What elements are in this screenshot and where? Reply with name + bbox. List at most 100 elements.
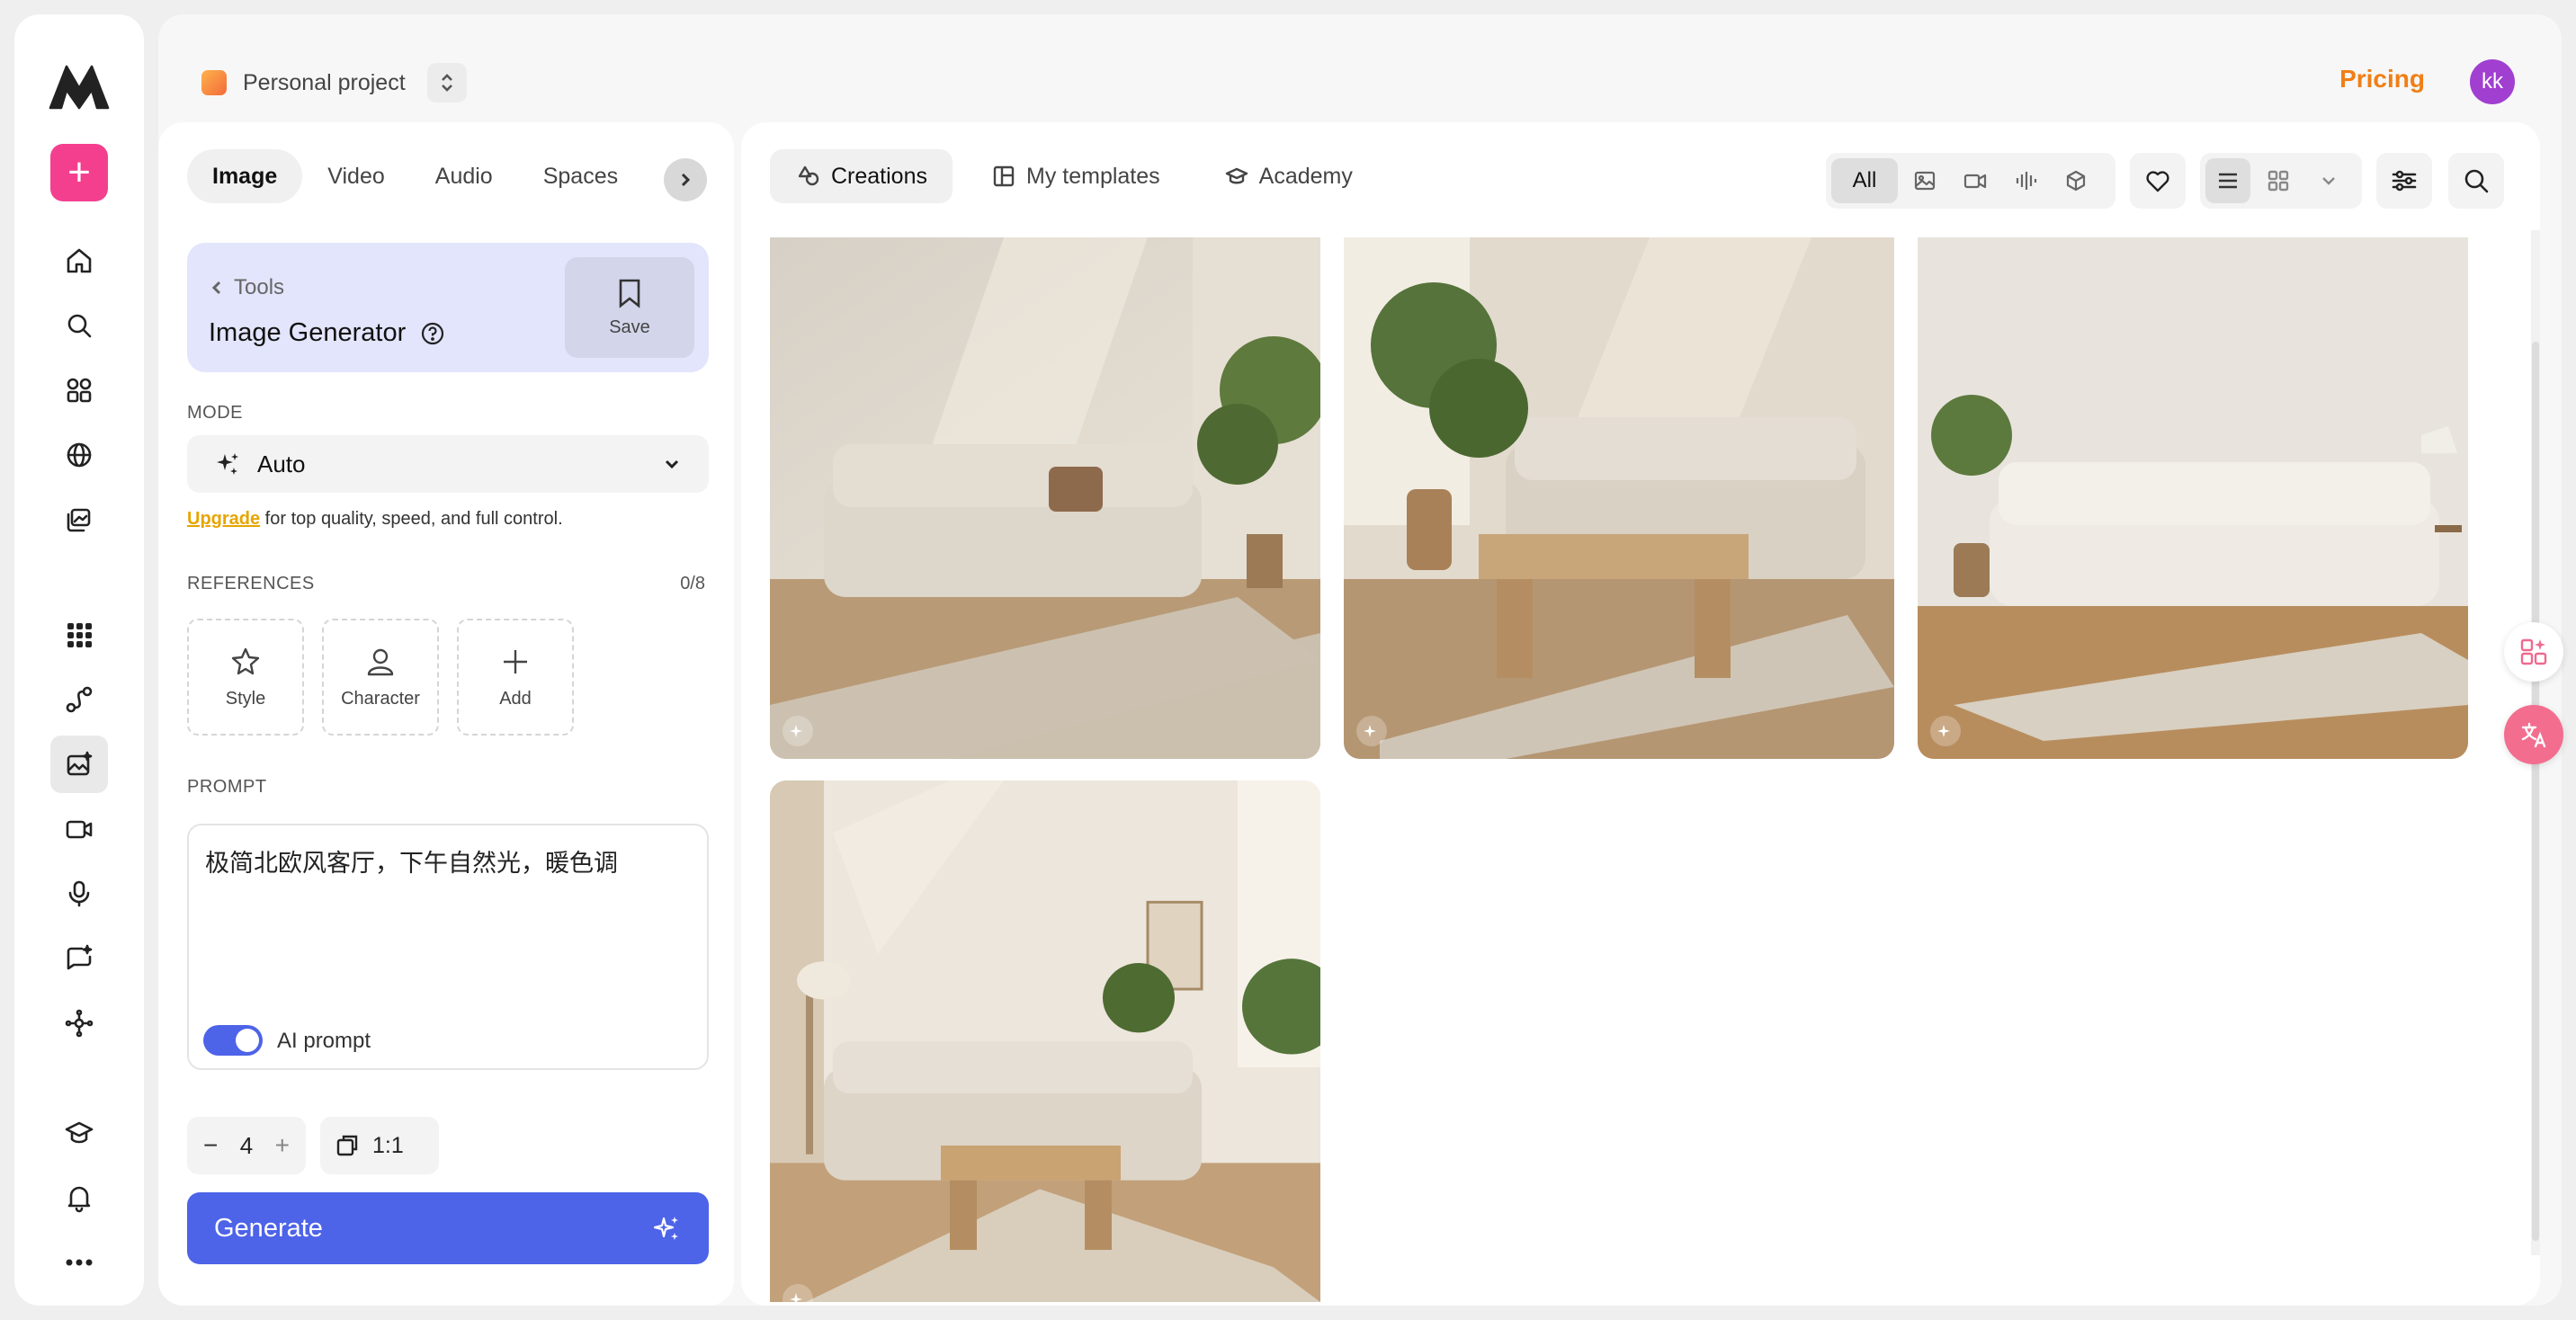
grid-dots-icon[interactable] <box>58 613 101 656</box>
logo-icon[interactable] <box>47 61 112 111</box>
tools-back-label: Tools <box>234 275 285 299</box>
list-view-icon[interactable] <box>2205 158 2250 203</box>
increment-button[interactable]: + <box>275 1131 290 1160</box>
sparkle-icon <box>217 453 238 475</box>
ai-sparkle-icon <box>1930 716 1961 746</box>
tab-my-templates[interactable]: My templates <box>965 149 1185 203</box>
tab-academy[interactable]: Academy <box>1198 149 1378 203</box>
mode-value: Auto <box>257 450 306 477</box>
decrement-button[interactable]: − <box>203 1131 218 1160</box>
sparkle-icon <box>653 1217 678 1240</box>
mic-icon[interactable] <box>58 872 101 915</box>
template-icon <box>993 165 1015 187</box>
tool-card: Tools Image Generator Save <box>187 243 709 372</box>
chat-sparkle-icon[interactable] <box>58 937 101 980</box>
scrollbar-thumb[interactable] <box>2532 342 2539 1241</box>
tab-my-templates-label: My templates <box>1026 163 1160 189</box>
ai-prompt-label: AI prompt <box>277 1029 371 1053</box>
image-tool-icon[interactable] <box>50 736 108 793</box>
video-tool-icon[interactable] <box>58 807 101 851</box>
academy-icon[interactable] <box>58 1111 101 1155</box>
quantity-stepper: − 4 + <box>187 1117 306 1174</box>
content-tabs: Creations My templates Academy <box>770 149 1378 203</box>
media-type-filter: All <box>1826 153 2115 209</box>
apps-sparkle-icon[interactable] <box>2504 622 2563 682</box>
mode-select[interactable]: Auto <box>187 435 709 493</box>
shapes-icon <box>798 165 819 186</box>
media-tabs: Image Video Audio Spaces <box>187 149 643 203</box>
person-icon <box>367 648 394 675</box>
reference-style-button[interactable]: Style <box>187 619 304 736</box>
ai-prompt-toggle[interactable] <box>203 1025 263 1056</box>
globe-icon[interactable] <box>58 433 101 477</box>
project-switcher[interactable]: Personal project <box>201 50 467 115</box>
more-icon[interactable] <box>58 1241 101 1284</box>
help-icon[interactable] <box>420 321 445 346</box>
avatar[interactable]: kk <box>2470 59 2515 104</box>
tab-video[interactable]: Video <box>302 149 410 203</box>
prompt-label: PROMPT <box>187 777 267 797</box>
search-icon[interactable] <box>58 304 101 347</box>
style-star-icon <box>231 647 260 674</box>
upgrade-link[interactable]: Upgrade <box>187 509 260 529</box>
chevron-down-icon[interactable] <box>2306 158 2351 203</box>
chevron-left-icon <box>211 281 221 295</box>
gallery-image-3[interactable] <box>1918 237 2468 759</box>
bell-icon[interactable] <box>58 1176 101 1219</box>
save-button[interactable]: Save <box>565 257 694 358</box>
aspect-ratio-icon <box>336 1135 358 1156</box>
translate-icon[interactable] <box>2504 705 2563 764</box>
tab-creations[interactable]: Creations <box>770 149 953 203</box>
gallery-image-2[interactable] <box>1344 237 1894 759</box>
filter-settings-icon[interactable] <box>2376 153 2432 209</box>
reference-style-label: Style <box>225 688 266 709</box>
3d-icon[interactable] <box>2053 158 2099 203</box>
tab-spaces[interactable]: Spaces <box>518 149 643 203</box>
gallery-grid <box>770 237 2497 1306</box>
generate-button[interactable]: Generate <box>187 1192 709 1264</box>
tool-title-text: Image Generator <box>209 318 407 347</box>
reference-character-button[interactable]: Character <box>322 619 439 736</box>
view-mode-toggle <box>2200 153 2362 209</box>
tool-title: Image Generator <box>209 318 445 348</box>
tab-creations-label: Creations <box>831 163 927 189</box>
academy-icon <box>1225 167 1248 184</box>
grid-view-icon[interactable] <box>2256 158 2301 203</box>
chevron-updown-icon[interactable] <box>426 63 467 103</box>
prompt-input[interactable]: 极简北欧风客厅，下午自然光，暖色调 AI prompt <box>187 824 709 1070</box>
filter-all[interactable]: All <box>1831 158 1898 203</box>
chevron-right-icon[interactable] <box>664 158 707 201</box>
tab-image[interactable]: Image <box>187 149 303 203</box>
library-icon[interactable] <box>58 498 101 541</box>
aspect-ratio-value: 1:1 <box>372 1132 404 1158</box>
home-icon[interactable] <box>58 239 101 282</box>
gallery-image-4[interactable] <box>770 780 1320 1302</box>
search-icon[interactable] <box>2448 153 2504 209</box>
tab-audio[interactable]: Audio <box>410 149 518 203</box>
pricing-link[interactable]: Pricing <box>2339 65 2425 94</box>
upgrade-notice: Upgrade for top quality, speed, and full… <box>187 509 563 530</box>
generator-panel: Image Video Audio Spaces Tools Image Gen… <box>158 122 734 1306</box>
project-name: Personal project <box>243 69 406 95</box>
prompt-text[interactable]: 极简北欧风客厅，下午自然光，暖色调 <box>205 843 618 879</box>
aspect-ratio-button[interactable]: 1:1 <box>320 1117 439 1174</box>
gallery-image-1[interactable] <box>770 237 1320 759</box>
workflow-icon[interactable] <box>58 678 101 721</box>
references-label: REFERENCES <box>187 574 315 593</box>
favorites-heart-icon[interactable] <box>2130 153 2186 209</box>
mode-label: MODE <box>187 403 243 423</box>
video-icon[interactable] <box>1952 158 1999 203</box>
apps-icon[interactable] <box>58 369 101 412</box>
ai-sparkle-icon <box>783 716 813 746</box>
tab-academy-label: Academy <box>1258 163 1353 189</box>
tools-back-link[interactable]: Tools <box>209 275 284 300</box>
references-count: 0/8 <box>680 574 705 593</box>
new-creation-button[interactable]: + <box>50 144 108 201</box>
nodes-icon[interactable] <box>58 1002 101 1045</box>
audio-icon[interactable] <box>2002 158 2049 203</box>
reference-add-button[interactable]: Add <box>457 619 574 736</box>
ai-sparkle-icon <box>1356 716 1387 746</box>
chevron-down-icon <box>665 459 679 469</box>
image-icon[interactable] <box>1901 158 1948 203</box>
save-label: Save <box>609 317 650 337</box>
